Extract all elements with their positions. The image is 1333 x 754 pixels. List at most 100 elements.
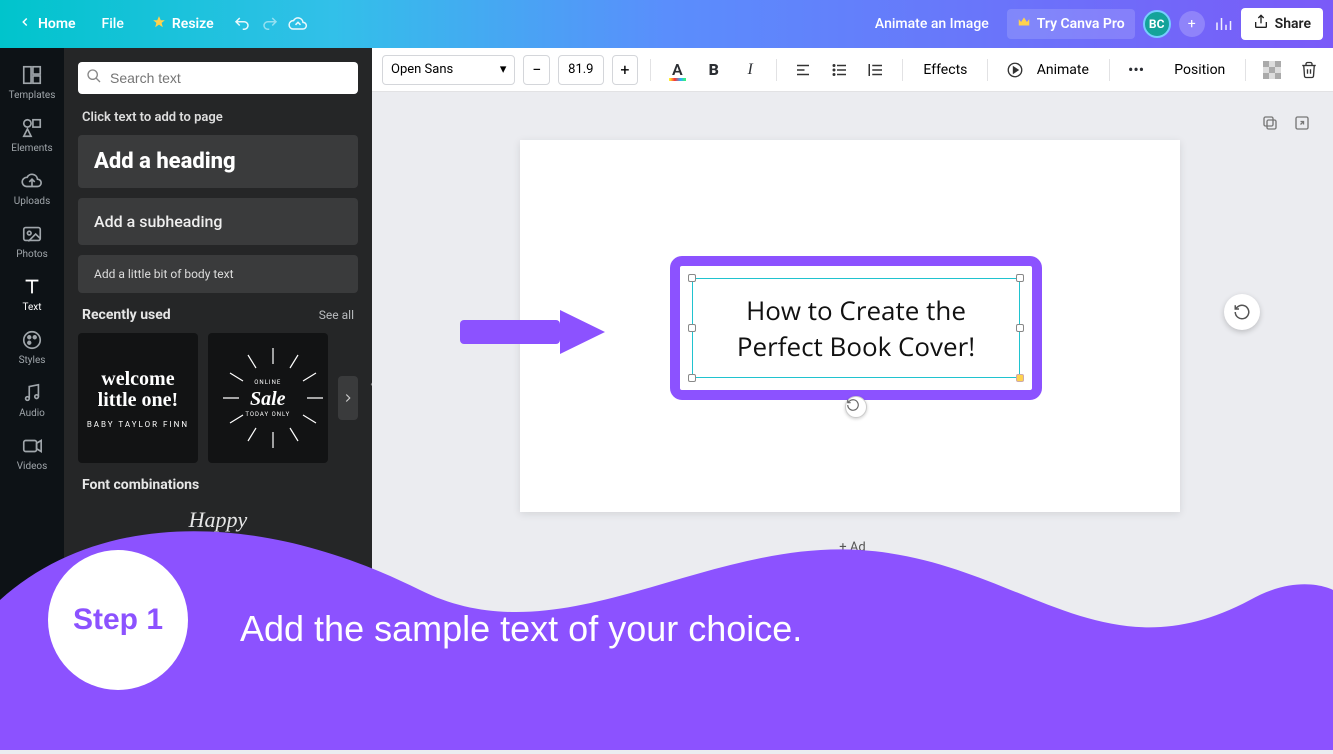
try-pro-label: Try Canva Pro [1037, 16, 1125, 32]
text-icon [21, 276, 43, 298]
font-size-value[interactable]: 81.9 [558, 55, 604, 85]
duplicate-page-icon[interactable] [1261, 114, 1279, 132]
more-button[interactable]: ••• [1122, 55, 1150, 85]
recently-used-title: Recently used [82, 307, 171, 323]
transparency-button[interactable] [1258, 55, 1286, 85]
share-button[interactable]: Share [1241, 8, 1323, 40]
position-button[interactable]: Position [1166, 62, 1233, 78]
card1-line1: welcome [101, 368, 174, 391]
resize-handle[interactable] [688, 274, 696, 282]
panel-hint: Click text to add to page [82, 110, 354, 125]
list-icon [831, 61, 849, 79]
try-pro-button[interactable]: Try Canva Pro [1007, 9, 1135, 39]
resize-handle[interactable] [1016, 274, 1024, 282]
file-menu[interactable]: File [92, 10, 134, 38]
resize-icon [152, 15, 166, 33]
rail-elements[interactable]: Elements [0, 109, 64, 160]
selected-text-box[interactable]: How to Create the Perfect Book Cover! [670, 256, 1042, 400]
add-body-button[interactable]: Add a little bit of body text [78, 255, 358, 293]
resize-handle[interactable] [1016, 324, 1024, 332]
videos-icon [21, 435, 43, 457]
rail-audio[interactable]: Audio [0, 374, 64, 425]
rail-photos[interactable]: Photos [0, 215, 64, 266]
add-member-button[interactable]: + [1179, 11, 1205, 37]
design-title[interactable]: Animate an Image [865, 10, 999, 38]
font-combos-title: Font combinations [82, 477, 199, 493]
chevron-right-icon [341, 391, 355, 405]
templates-icon [21, 64, 43, 86]
see-all-link[interactable]: See all [319, 308, 354, 322]
search-icon [86, 68, 102, 88]
spacing-button[interactable] [862, 55, 890, 85]
font-combo-card[interactable]: Happy [78, 507, 358, 533]
canvas-page[interactable]: How to Create the Perfect Book Cover! [520, 140, 1180, 512]
search-input[interactable] [110, 70, 350, 86]
add-heading-button[interactable]: Add a heading [78, 135, 358, 188]
recently-used-row: welcome little one! BABY TAYLOR FINN ONL… [78, 333, 358, 463]
transparency-icon [1263, 61, 1281, 79]
rail-text-label: Text [22, 302, 41, 313]
list-button[interactable] [826, 55, 854, 85]
rays-icon [208, 333, 328, 463]
share-label: Share [1275, 16, 1311, 32]
text-color-button[interactable]: A [663, 55, 691, 85]
resize-handle[interactable] [688, 324, 696, 332]
share-icon [1253, 14, 1269, 34]
selection-outline [692, 278, 1020, 378]
font-name: Open Sans [391, 62, 453, 77]
rail-videos-label: Videos [17, 461, 48, 472]
top-bar: Home File Resize Animate an Image Try Ca… [0, 0, 1333, 48]
open-page-icon[interactable] [1293, 114, 1311, 132]
home-label: Home [38, 16, 76, 32]
resize-handle[interactable] [1016, 374, 1024, 382]
context-toolbar: Open Sans ▾ − 81.9 + A B I Effects Anima… [372, 48, 1333, 92]
styles-icon [21, 329, 43, 351]
uploads-icon [21, 170, 43, 192]
rail-uploads-label: Uploads [14, 196, 50, 207]
rail-videos[interactable]: Videos [0, 427, 64, 478]
font-size-inc[interactable]: + [612, 55, 639, 85]
step-caption: Add the sample text of your choice. [240, 608, 802, 650]
add-subheading-button[interactable]: Add a subheading [78, 198, 358, 245]
delete-button[interactable] [1295, 55, 1323, 85]
search-box[interactable] [78, 62, 358, 94]
rail-templates[interactable]: Templates [0, 56, 64, 107]
chevron-down-icon: ▾ [500, 62, 507, 77]
redo-button[interactable] [260, 14, 280, 34]
recent-card-2[interactable]: ONLINE Sale TODAY ONLY [208, 333, 328, 463]
avatar[interactable]: BC [1143, 10, 1171, 38]
resize-button[interactable]: Resize [142, 9, 224, 39]
rail-uploads[interactable]: Uploads [0, 162, 64, 213]
effects-button[interactable]: Effects [915, 62, 975, 78]
align-icon [794, 61, 812, 79]
rail-templates-label: Templates [9, 90, 56, 101]
undo-button[interactable] [232, 14, 252, 34]
resize-handle[interactable] [688, 374, 696, 382]
photos-icon [21, 223, 43, 245]
font-size-dec[interactable]: − [523, 55, 550, 85]
rail-styles[interactable]: Styles [0, 321, 64, 372]
regenerate-button[interactable] [1224, 294, 1260, 330]
rail-audio-label: Audio [19, 408, 45, 419]
spacing-icon [867, 61, 885, 79]
next-templates-button[interactable] [338, 376, 358, 420]
home-button[interactable]: Home [10, 9, 84, 39]
insights-button[interactable] [1213, 14, 1233, 34]
font-selector[interactable]: Open Sans ▾ [382, 55, 515, 85]
rail-elements-label: Elements [11, 143, 52, 154]
rail-styles-label: Styles [19, 355, 46, 366]
bold-button[interactable]: B [700, 55, 728, 85]
animate-button[interactable]: Animate [1037, 62, 1097, 78]
italic-button[interactable]: I [736, 55, 764, 85]
align-button[interactable] [789, 55, 817, 85]
crown-icon [1017, 15, 1031, 33]
cloud-sync-icon[interactable] [288, 14, 308, 34]
card1-line2: little one! [98, 389, 179, 412]
rotate-handle[interactable] [845, 396, 867, 418]
canvas-area[interactable]: How to Create the Perfect Book Cover! + … [372, 92, 1333, 750]
rail-text[interactable]: Text [0, 268, 64, 319]
add-page-button[interactable]: + Ad [839, 540, 865, 555]
rail-photos-label: Photos [16, 249, 48, 260]
animate-icon [1000, 55, 1028, 85]
recent-card-1[interactable]: welcome little one! BABY TAYLOR FINN [78, 333, 198, 463]
